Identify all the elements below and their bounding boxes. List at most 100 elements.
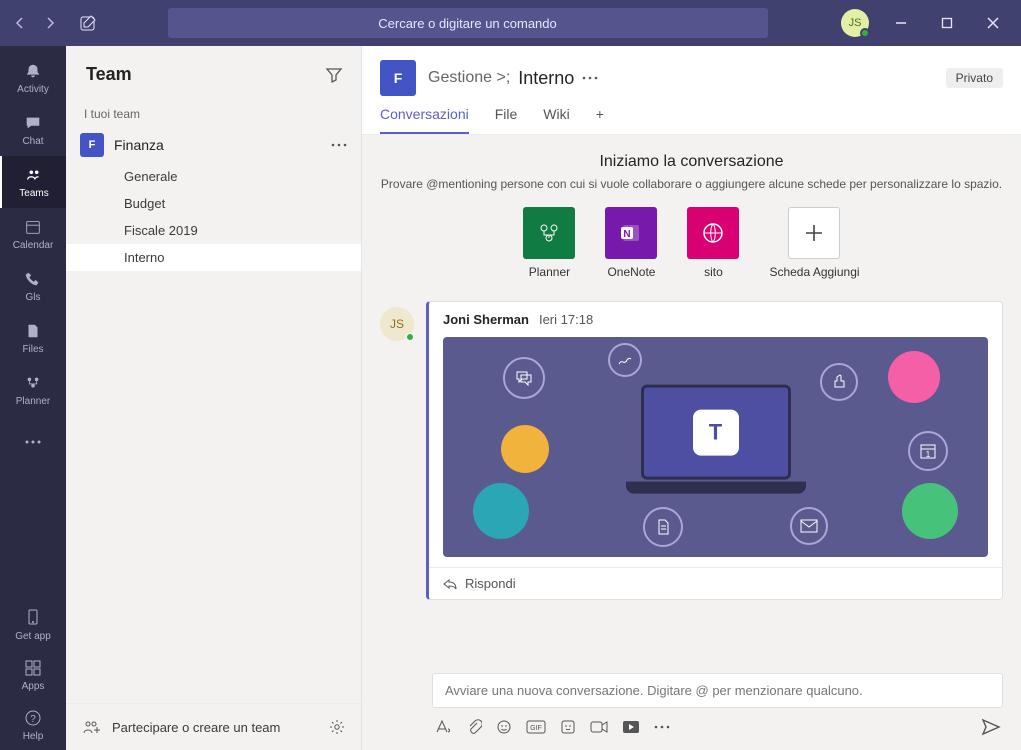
app-label: OneNote [607, 265, 655, 279]
bell-icon [23, 61, 43, 81]
rail-label: Chat [22, 136, 43, 147]
search-input[interactable]: Cercare o digitare un comando [168, 8, 768, 38]
team-name: Finanza [114, 137, 321, 153]
app-label: Planner [529, 265, 570, 279]
start-conversation-title: Iniziamo la conversazione [380, 153, 1003, 171]
breadcrumb-parent[interactable]: Gestione >; [428, 69, 510, 87]
rail-label: Activity [17, 84, 49, 95]
app-planner[interactable]: Planner [523, 207, 575, 279]
app-rail: Activity Chat Teams Calendar Gls Files P… [0, 46, 66, 750]
window-close-button[interactable] [973, 3, 1013, 43]
rail-label: Gls [26, 292, 41, 303]
file-icon [23, 321, 43, 341]
teams-panel: Team I tuoi team F Finanza Generale Budg… [66, 46, 362, 750]
compose-input[interactable]: Avviare una nuova conversazione. Digitar… [432, 673, 1003, 708]
svg-text:GIF: GIF [530, 725, 542, 732]
breadcrumb-current: Interno [518, 68, 574, 89]
window-minimize-button[interactable] [881, 3, 921, 43]
channel-generale[interactable]: Generale [66, 163, 361, 190]
post-author-avatar[interactable]: JS [380, 307, 414, 341]
compose-area: Avviare una nuova conversazione. Digitar… [362, 663, 1021, 750]
post-author-name[interactable]: Joni Sherman [443, 312, 529, 327]
meet-now-button[interactable] [590, 720, 608, 734]
rail-label: Apps [22, 681, 45, 692]
channel-interno[interactable]: Interno [66, 244, 361, 271]
app-onenote[interactable]: N OneNote [605, 207, 657, 279]
tab-wiki[interactable]: Wiki [543, 106, 569, 134]
avatar-teal-icon [473, 483, 529, 539]
stream-button[interactable] [622, 720, 640, 734]
rail-planner[interactable]: Planner [0, 364, 66, 416]
app-label: sito [704, 265, 723, 279]
rail-calendar[interactable]: Calendar [0, 208, 66, 260]
conversation-scroll: Iniziamo la conversazione Provare @menti… [362, 135, 1021, 663]
format-button[interactable] [434, 719, 452, 735]
avatar-pink-icon [888, 351, 940, 403]
reply-label: Rispondi [465, 576, 516, 591]
teams-icon [24, 165, 44, 185]
document-icon [643, 507, 683, 547]
emoji-button[interactable] [496, 719, 512, 735]
filter-button[interactable] [325, 66, 343, 84]
send-button[interactable] [981, 718, 1001, 736]
window-maximize-button[interactable] [927, 3, 967, 43]
manage-teams-gear-button[interactable] [329, 719, 345, 735]
svg-text:?: ? [30, 714, 36, 725]
more-compose-button[interactable] [654, 725, 670, 729]
planner-tile-icon [523, 207, 575, 259]
help-icon: ? [23, 708, 43, 728]
rail-teams[interactable]: Teams [0, 156, 66, 208]
attach-button[interactable] [466, 719, 482, 735]
download-icon [23, 608, 43, 628]
teams-logo-icon: T [693, 409, 739, 455]
rail-files[interactable]: Files [0, 312, 66, 364]
onenote-tile-icon: N [605, 207, 657, 259]
phone-icon [23, 269, 43, 289]
rail-more[interactable] [0, 416, 66, 468]
rail-get-app[interactable]: Get app [15, 600, 51, 650]
history-forward-button[interactable] [38, 11, 62, 35]
post-card[interactable]: Joni Sherman Ieri 17:18 1 [426, 301, 1003, 600]
channel-budget[interactable]: Budget [66, 190, 361, 217]
app-add-tab[interactable]: Scheda Aggiungi [769, 207, 859, 279]
calendar-badge-icon: 1 [908, 431, 948, 471]
team-more-button[interactable] [331, 143, 347, 147]
app-label: Scheda Aggiungi [769, 265, 859, 279]
thumbs-up-icon [820, 363, 858, 401]
your-teams-label: I tuoi team [66, 99, 361, 127]
reply-button[interactable]: Rispondi [429, 567, 1002, 599]
content-area: F Gestione >; Interno Privato Conversazi… [362, 46, 1021, 750]
new-message-button[interactable] [74, 9, 102, 37]
rail-calls[interactable]: Gls [0, 260, 66, 312]
rail-apps[interactable]: Apps [15, 650, 51, 700]
history-back-button[interactable] [8, 11, 32, 35]
post-image[interactable]: 1 T [443, 337, 988, 557]
rail-chat[interactable]: Chat [0, 104, 66, 156]
rail-label: Calendar [13, 240, 54, 251]
current-user-avatar[interactable]: JS [841, 9, 869, 37]
post-timestamp: Ieri 17:18 [539, 312, 593, 327]
svg-text:N: N [624, 229, 631, 240]
rail-activity[interactable]: Activity [0, 52, 66, 104]
team-row-finanza[interactable]: F Finanza [66, 127, 361, 163]
sticker-button[interactable] [560, 719, 576, 735]
presence-available-icon [860, 28, 870, 38]
avatar-initials: JS [849, 17, 862, 29]
presence-available-icon [405, 332, 415, 342]
mail-icon [790, 507, 828, 545]
channel-tile: F [380, 60, 416, 96]
app-site[interactable]: sito [687, 207, 739, 279]
rail-label: Planner [16, 396, 50, 407]
team-tile: F [80, 133, 104, 157]
gif-button[interactable]: GIF [526, 720, 546, 734]
channel-fiscale-2019[interactable]: Fiscale 2019 [66, 217, 361, 244]
avatar-green-icon [902, 483, 958, 539]
rail-help[interactable]: ? Help [15, 700, 51, 750]
add-tab-button[interactable]: + [596, 106, 604, 134]
tab-files[interactable]: File [495, 106, 518, 134]
avatar-orange-icon [501, 425, 549, 473]
tab-conversations[interactable]: Conversazioni [380, 106, 469, 134]
channel-more-button[interactable] [582, 76, 598, 80]
join-create-team-button[interactable]: Partecipare o creare un team [112, 720, 280, 735]
reply-arrow-icon [443, 578, 457, 590]
